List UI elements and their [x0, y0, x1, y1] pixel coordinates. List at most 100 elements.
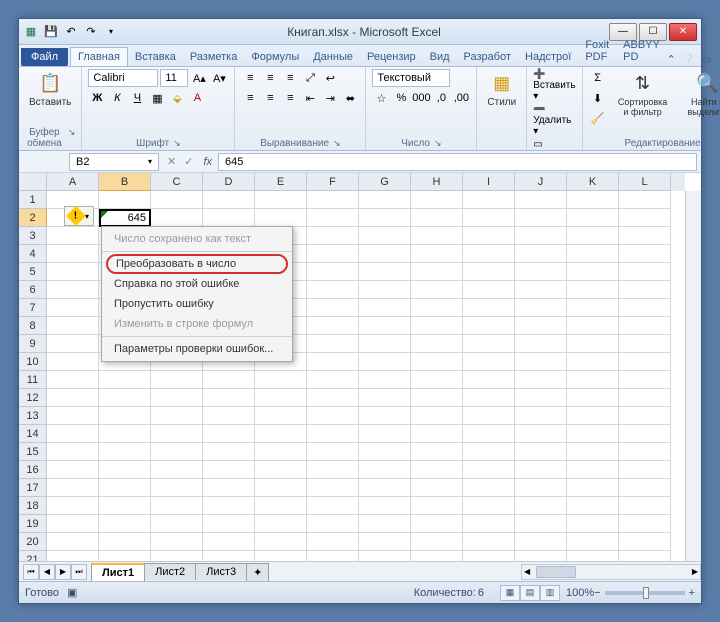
cell[interactable]	[567, 335, 619, 353]
menu-edit-formula[interactable]: Изменить в строке формул	[102, 314, 292, 334]
cells-delete-button[interactable]: ➖ Удалить ▾	[533, 104, 575, 137]
menu-convert-to-number[interactable]: Преобразовать в число	[106, 254, 288, 274]
cell[interactable]	[307, 551, 359, 561]
row-header-1[interactable]: 1	[19, 191, 47, 209]
cell[interactable]	[203, 407, 255, 425]
cell[interactable]	[203, 479, 255, 497]
cell[interactable]	[619, 317, 671, 335]
horizontal-scrollbar[interactable]: ◀ ▶	[521, 564, 701, 580]
cell[interactable]	[47, 263, 99, 281]
col-header-H[interactable]: H	[411, 173, 463, 191]
cell[interactable]	[359, 281, 411, 299]
col-header-F[interactable]: F	[307, 173, 359, 191]
cell[interactable]	[567, 227, 619, 245]
cell[interactable]	[151, 443, 203, 461]
cell[interactable]	[47, 515, 99, 533]
cell[interactable]	[47, 479, 99, 497]
row-header-16[interactable]: 16	[19, 461, 47, 479]
row-header-14[interactable]: 14	[19, 425, 47, 443]
cell[interactable]	[151, 209, 203, 227]
cell[interactable]	[47, 551, 99, 561]
cell[interactable]	[515, 533, 567, 551]
cell[interactable]	[515, 515, 567, 533]
cell[interactable]	[99, 443, 151, 461]
redo-icon[interactable]: ↷	[83, 24, 99, 40]
cell[interactable]	[411, 317, 463, 335]
cell[interactable]	[359, 479, 411, 497]
tab-formulas[interactable]: Формулы	[244, 48, 306, 66]
cell[interactable]	[463, 191, 515, 209]
cell[interactable]	[307, 227, 359, 245]
cell[interactable]	[47, 227, 99, 245]
file-tab[interactable]: Файл	[21, 48, 68, 66]
cell[interactable]	[463, 335, 515, 353]
cell[interactable]	[203, 443, 255, 461]
cell[interactable]	[307, 443, 359, 461]
currency-icon[interactable]: ☆	[372, 89, 390, 107]
tab-layout[interactable]: Разметка	[183, 48, 245, 66]
cell[interactable]	[47, 299, 99, 317]
cell[interactable]	[515, 497, 567, 515]
cell[interactable]	[411, 191, 463, 209]
cell[interactable]	[411, 371, 463, 389]
sheet-nav-prev-icon[interactable]: ◀	[39, 564, 55, 580]
row-header-11[interactable]: 11	[19, 371, 47, 389]
cell[interactable]	[203, 461, 255, 479]
cell[interactable]	[463, 299, 515, 317]
cell[interactable]	[619, 443, 671, 461]
cell[interactable]	[359, 371, 411, 389]
tab-insert[interactable]: Вставка	[128, 48, 183, 66]
tab-foxit[interactable]: Foxit PDF	[578, 36, 616, 66]
cell[interactable]	[567, 299, 619, 317]
cell[interactable]	[359, 425, 411, 443]
new-sheet-icon[interactable]: ✦	[246, 563, 269, 581]
zoom-out-icon[interactable]: −	[594, 587, 600, 599]
cell[interactable]	[411, 263, 463, 281]
view-pagebreak-icon[interactable]: ▥	[540, 585, 560, 601]
cell[interactable]	[359, 227, 411, 245]
cell[interactable]	[203, 515, 255, 533]
cell[interactable]	[47, 533, 99, 551]
col-header-I[interactable]: I	[463, 173, 515, 191]
cell[interactable]	[463, 461, 515, 479]
zoom-in-icon[interactable]: +	[689, 587, 695, 599]
cell[interactable]	[619, 389, 671, 407]
cell[interactable]	[411, 335, 463, 353]
cell[interactable]	[619, 209, 671, 227]
zoom-slider[interactable]	[605, 591, 685, 595]
row-header-3[interactable]: 3	[19, 227, 47, 245]
italic-icon[interactable]: К	[108, 89, 126, 107]
paste-button[interactable]: 📋 Вставить	[25, 69, 75, 110]
cell[interactable]	[47, 497, 99, 515]
cell[interactable]	[567, 245, 619, 263]
row-header-9[interactable]: 9	[19, 335, 47, 353]
col-header-E[interactable]: E	[255, 173, 307, 191]
cell[interactable]	[515, 461, 567, 479]
cell[interactable]	[99, 479, 151, 497]
cell[interactable]	[463, 443, 515, 461]
cell[interactable]	[359, 263, 411, 281]
cell[interactable]	[203, 425, 255, 443]
tab-developer[interactable]: Разработ	[457, 48, 518, 66]
cell[interactable]	[359, 551, 411, 561]
cell[interactable]	[99, 515, 151, 533]
cell[interactable]	[463, 389, 515, 407]
row-header-8[interactable]: 8	[19, 317, 47, 335]
cell[interactable]	[255, 389, 307, 407]
dec-decimal-icon[interactable]: ,00	[452, 89, 470, 107]
sheet-tab-1[interactable]: Лист1	[91, 563, 145, 581]
cell[interactable]	[619, 281, 671, 299]
indent-dec-icon[interactable]: ⇤	[301, 89, 319, 107]
sheet-nav-first-icon[interactable]: ⏮	[23, 564, 39, 580]
tab-addins[interactable]: Надстрої	[518, 48, 578, 66]
cell[interactable]	[151, 191, 203, 209]
sheet-tab-3[interactable]: Лист3	[195, 563, 247, 580]
cell[interactable]	[515, 299, 567, 317]
row-header-12[interactable]: 12	[19, 389, 47, 407]
cell[interactable]	[47, 335, 99, 353]
col-header-L[interactable]: L	[619, 173, 671, 191]
cell[interactable]	[359, 515, 411, 533]
cell[interactable]	[255, 407, 307, 425]
cell[interactable]	[47, 389, 99, 407]
cell[interactable]	[47, 407, 99, 425]
